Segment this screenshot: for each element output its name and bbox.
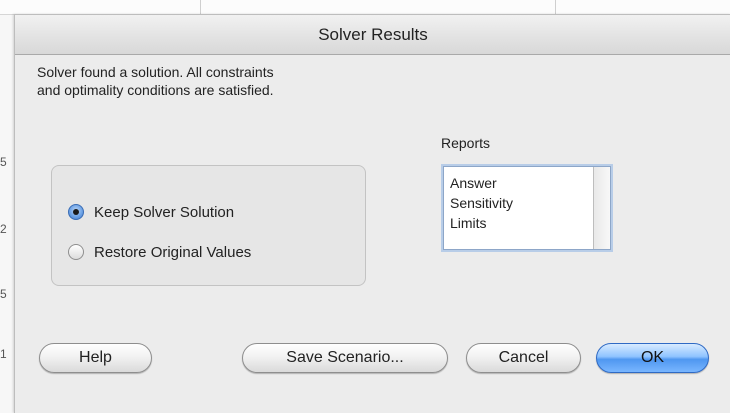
cancel-button[interactable]: Cancel — [466, 343, 581, 373]
help-button[interactable]: Help — [39, 343, 152, 373]
reports-listbox[interactable]: Answer Sensitivity Limits — [443, 166, 611, 250]
solver-results-dialog: Solver Results Solver found a solution. … — [14, 14, 730, 413]
row-number: 5 — [0, 155, 7, 169]
reports-label: Reports — [441, 135, 491, 151]
radio-label: Restore Original Values — [94, 243, 252, 261]
column-divider — [555, 0, 556, 14]
row-number: 2 — [0, 222, 7, 236]
dialog-title: Solver Results — [318, 25, 428, 44]
result-message-line: and optimality conditions are satisfied. — [37, 82, 274, 98]
row-number: 5 — [0, 287, 7, 301]
listbox-scrollbar[interactable] — [593, 167, 610, 249]
radio-keep-solver-solution[interactable]: Keep Solver Solution — [68, 202, 234, 222]
radio-button-selected[interactable] — [68, 204, 84, 220]
ok-button[interactable]: OK — [596, 343, 709, 373]
report-item-limits[interactable]: Limits — [450, 213, 513, 233]
radio-restore-original-values[interactable]: Restore Original Values — [68, 242, 251, 262]
result-message: Solver found a solution. All constraints… — [37, 63, 417, 99]
row-number: 1 — [0, 347, 7, 361]
dialog-titlebar[interactable]: Solver Results — [15, 15, 730, 55]
result-message-line: Solver found a solution. All constraints — [37, 64, 274, 80]
column-divider — [200, 0, 201, 14]
report-item-answer[interactable]: Answer — [450, 173, 513, 193]
radio-button[interactable] — [68, 244, 84, 260]
spreadsheet-header-strip — [0, 0, 730, 15]
save-scenario-button[interactable]: Save Scenario... — [242, 343, 448, 373]
solution-options-group: Keep Solver Solution Restore Original Va… — [51, 165, 366, 286]
radio-label: Keep Solver Solution — [94, 203, 235, 221]
report-item-sensitivity[interactable]: Sensitivity — [450, 193, 513, 213]
